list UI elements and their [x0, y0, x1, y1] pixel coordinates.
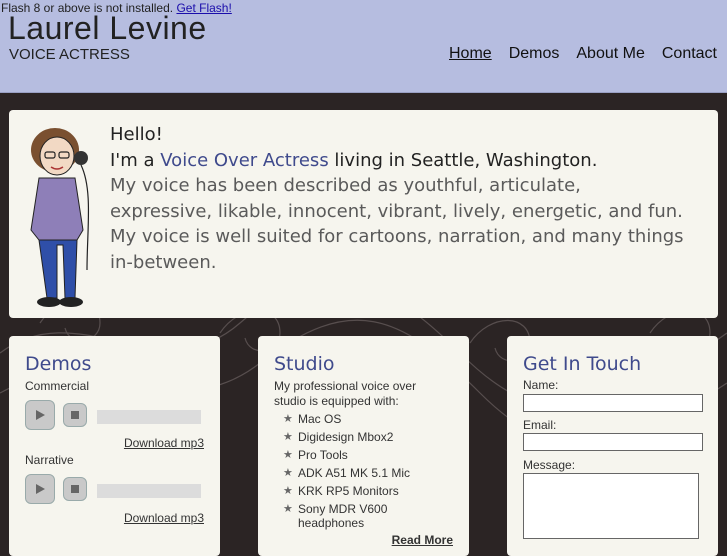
site-header: Flash 8 or above is not installed. Get F… — [0, 0, 727, 93]
play-button[interactable] — [25, 474, 55, 504]
list-item: ★ KRK RP5 Monitors — [283, 484, 410, 502]
list-item: ★ Mac OS — [283, 412, 410, 430]
list-item-text: Sony MDR V600 headphones — [298, 502, 388, 530]
nav-about-me[interactable]: About Me — [576, 45, 644, 63]
message-textarea[interactable] — [523, 473, 699, 539]
intro-tagline: I'm a Voice Over Actress living in Seatt… — [110, 148, 688, 174]
list-item: ★ Pro Tools — [283, 448, 410, 466]
audio-player-narrative — [25, 474, 205, 506]
voice-over-actress-link[interactable]: Voice Over Actress — [160, 150, 328, 171]
play-icon — [36, 484, 45, 494]
demo-label-narrative: Narrative — [25, 453, 74, 467]
list-item: ★ Sony MDR V600 headphones — [283, 502, 410, 534]
download-mp3-commercial[interactable]: Download mp3 — [124, 436, 204, 450]
nav-demos[interactable]: Demos — [509, 45, 560, 63]
stop-icon — [71, 411, 79, 419]
name-label: Name: — [523, 378, 559, 392]
intro-greeting: Hello! — [110, 124, 163, 145]
main-nav: Home Demos About Me Contact — [449, 45, 717, 63]
list-item-text: Pro Tools — [298, 448, 348, 462]
demos-title: Demos — [25, 353, 92, 375]
star-icon: ★ — [283, 467, 293, 479]
progress-track[interactable] — [97, 484, 201, 498]
star-icon: ★ — [283, 449, 293, 461]
play-button[interactable] — [25, 400, 55, 430]
nav-home[interactable]: Home — [449, 45, 492, 63]
list-item-text: Mac OS — [298, 412, 342, 426]
studio-title: Studio — [274, 353, 335, 375]
intro-description: My voice has been described as youthful,… — [110, 175, 684, 273]
list-item-text: KRK RP5 Monitors — [298, 484, 399, 498]
star-icon: ★ — [283, 431, 293, 443]
tagline-prefix: I'm a — [110, 149, 161, 171]
email-label: Email: — [523, 418, 557, 432]
star-icon: ★ — [283, 413, 293, 425]
studio-equipment-list: ★ Mac OS ★ Digidesign Mbox2 ★ Pro Tools ★ AD… — [283, 412, 410, 534]
nav-contact[interactable]: Contact — [662, 45, 717, 63]
intro-text: Hello! I'm a Voice Over Actress living i… — [110, 122, 688, 275]
star-icon: ★ — [283, 503, 293, 515]
list-item: ★ Digidesign Mbox2 — [283, 430, 410, 448]
email-input[interactable] — [523, 433, 703, 451]
tagline-suffix: living in Seattle, Washington. — [328, 149, 598, 171]
progress-track[interactable] — [97, 410, 201, 424]
download-mp3-narrative[interactable]: Download mp3 — [124, 511, 204, 525]
site-subtitle: VOICE ACTRESS — [9, 46, 130, 63]
studio-intro: My professional voice over studio is equ… — [274, 379, 417, 408]
stop-icon — [71, 485, 79, 493]
contact-card: Get In Touch Name: Email: Message: — [507, 336, 718, 556]
intro-panel: Hello! I'm a Voice Over Actress living i… — [9, 110, 718, 318]
cartoon-avatar-illustration — [30, 128, 90, 307]
list-item-text: Digidesign Mbox2 — [298, 430, 394, 444]
name-input[interactable] — [523, 394, 703, 412]
demos-card: Demos Commercial Download mp3 Narrative … — [9, 336, 220, 556]
site-title[interactable]: Laurel Levine — [8, 10, 207, 47]
stop-button[interactable] — [63, 403, 87, 427]
studio-card: Studio My professional voice over studio… — [258, 336, 469, 556]
list-item: ★ ADK A51 MK 5.1 Mic — [283, 466, 410, 484]
message-label: Message: — [523, 458, 576, 472]
contact-title: Get In Touch — [523, 353, 642, 375]
star-icon: ★ — [283, 485, 293, 497]
demo-label-commercial: Commercial — [25, 379, 90, 393]
stop-button[interactable] — [63, 477, 87, 501]
audio-player-commercial — [25, 400, 205, 432]
play-icon — [36, 410, 45, 420]
list-item-text: ADK A51 MK 5.1 Mic — [298, 466, 411, 480]
